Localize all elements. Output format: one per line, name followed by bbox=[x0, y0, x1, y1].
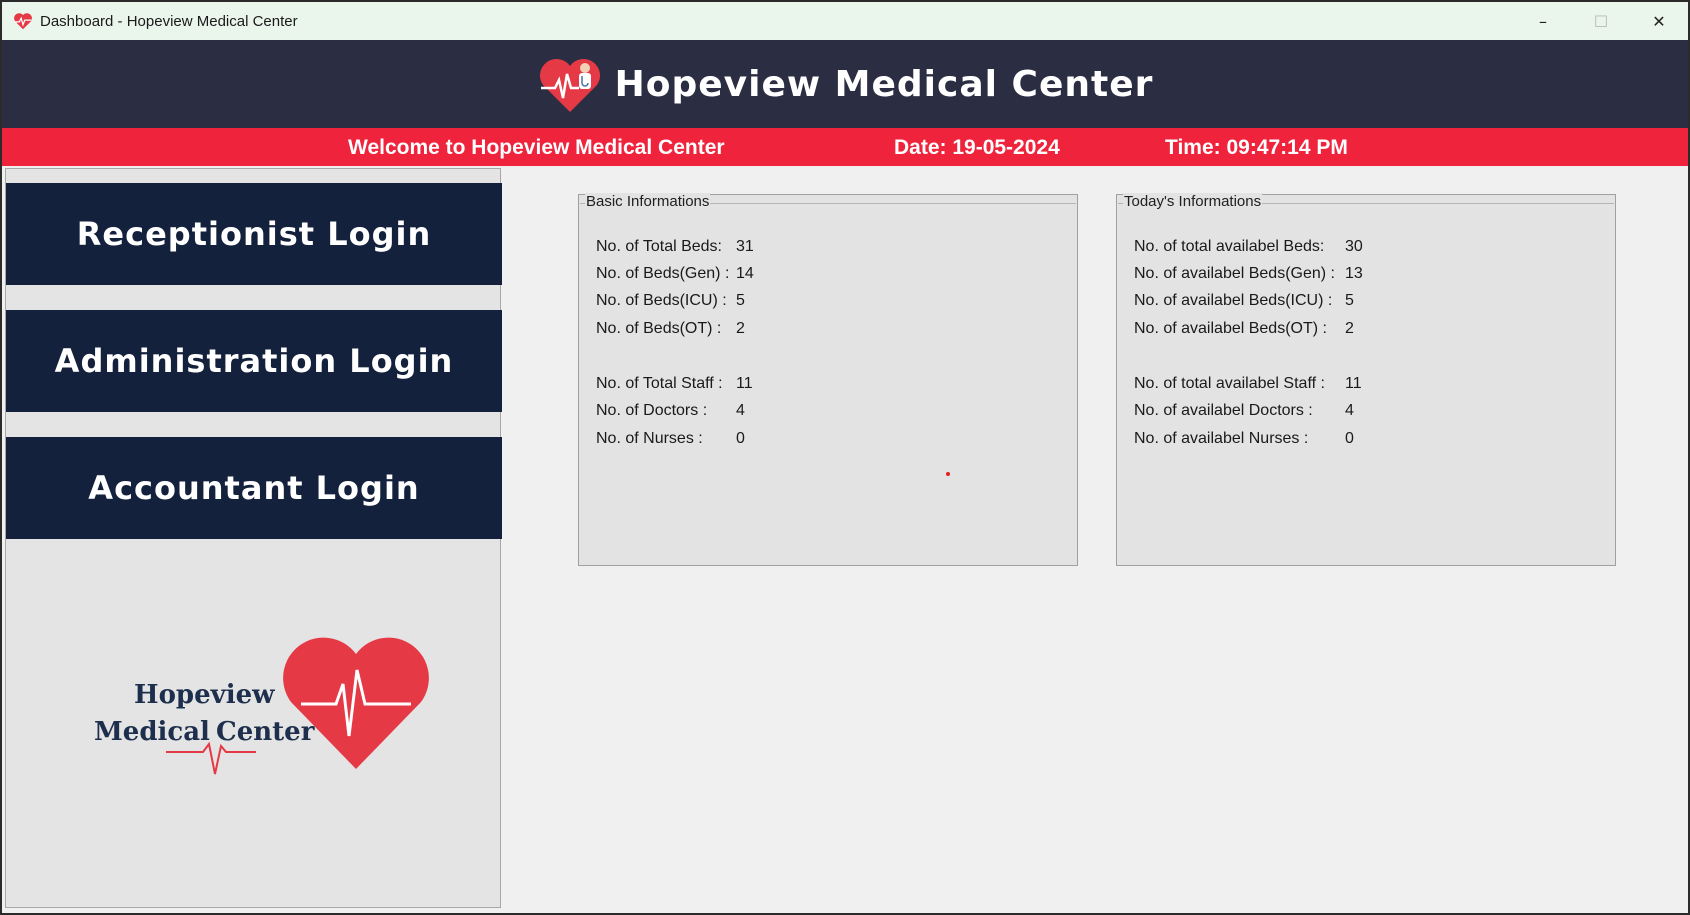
info-label: No. of availabel Beds(Gen) : bbox=[1134, 265, 1335, 282]
info-label: No. of Beds(Gen) : bbox=[596, 265, 730, 282]
heart-app-icon bbox=[14, 13, 32, 30]
basic-info-title: Basic Informations bbox=[585, 193, 711, 210]
info-value: 0 bbox=[736, 430, 745, 447]
close-button[interactable]: ✕ bbox=[1630, 2, 1688, 40]
info-value: 2 bbox=[736, 320, 745, 337]
minimize-button[interactable]: – bbox=[1514, 2, 1572, 40]
info-label: No. of total availabel Beds: bbox=[1134, 238, 1325, 255]
info-value: 4 bbox=[736, 402, 745, 419]
info-value: 13 bbox=[1345, 265, 1363, 282]
info-label: No. of Nurses : bbox=[596, 430, 703, 447]
info-value: 30 bbox=[1345, 238, 1363, 255]
info-value: 5 bbox=[1345, 292, 1354, 309]
info-value: 2 bbox=[1345, 320, 1354, 337]
app-header: Hopeview Medical Center bbox=[2, 40, 1688, 128]
info-label: No. of Beds(ICU) : bbox=[596, 292, 727, 309]
info-label: No. of Doctors : bbox=[596, 402, 708, 419]
window-title: Dashboard - Hopeview Medical Center bbox=[40, 12, 298, 30]
info-value: 11 bbox=[736, 375, 753, 392]
info-value: 4 bbox=[1345, 402, 1354, 419]
title-bar: Dashboard - Hopeview Medical Center – ☐ … bbox=[2, 2, 1688, 40]
hospital-logo: Hopeview Medical Center bbox=[94, 637, 429, 775]
basic-info-panel: Basic Informations No. of Total Beds: 31… bbox=[578, 193, 1078, 566]
current-time: Time: 09:47:14 PM bbox=[1165, 136, 1348, 159]
welcome-bar: Welcome to Hopeview Medical Center Date:… bbox=[2, 128, 1688, 166]
app-title: Hopeview Medical Center bbox=[614, 63, 1154, 105]
logo-word-medical: Medical bbox=[94, 717, 210, 747]
info-value: 0 bbox=[1345, 430, 1354, 447]
sidebar: Receptionist Login Administration Login … bbox=[5, 168, 502, 908]
welcome-message: Welcome to Hopeview Medical Center bbox=[348, 136, 725, 159]
maximize-button[interactable]: ☐ bbox=[1572, 2, 1630, 40]
today-info-panel: Today's Informations No. of total availa… bbox=[1116, 193, 1616, 566]
accountant-login-button[interactable]: Accountant Login bbox=[6, 437, 502, 539]
info-label: No. of Total Staff : bbox=[596, 375, 723, 392]
app-window: Dashboard - Hopeview Medical Center – ☐ … bbox=[2, 2, 1688, 913]
info-label: No. of availabel Nurses : bbox=[1134, 430, 1309, 447]
info-label: No. of availabel Beds(ICU) : bbox=[1134, 292, 1333, 309]
info-label: No. of availabel Doctors : bbox=[1134, 402, 1313, 419]
info-label: No. of total availabel Staff : bbox=[1134, 375, 1325, 392]
window-controls: – ☐ ✕ bbox=[1514, 2, 1688, 40]
info-value: 14 bbox=[736, 265, 754, 282]
receptionist-login-button[interactable]: Receptionist Login bbox=[6, 183, 502, 285]
logo-word-hopeview: Hopeview bbox=[134, 680, 275, 710]
info-label: No. of Beds(OT) : bbox=[596, 320, 722, 337]
info-value: 11 bbox=[1345, 375, 1362, 392]
info-value: 31 bbox=[736, 238, 754, 255]
current-date: Date: 19-05-2024 bbox=[894, 136, 1060, 159]
info-value: 5 bbox=[736, 292, 745, 309]
info-label: No. of Total Beds: bbox=[596, 238, 722, 255]
info-label: No. of availabel Beds(OT) : bbox=[1134, 320, 1327, 337]
today-info-title: Today's Informations bbox=[1123, 193, 1263, 210]
logo-word-center: Center bbox=[216, 717, 315, 747]
heart-doctor-logo-icon bbox=[539, 58, 600, 112]
red-dot-marker bbox=[946, 472, 950, 476]
administration-login-button[interactable]: Administration Login bbox=[6, 310, 502, 412]
